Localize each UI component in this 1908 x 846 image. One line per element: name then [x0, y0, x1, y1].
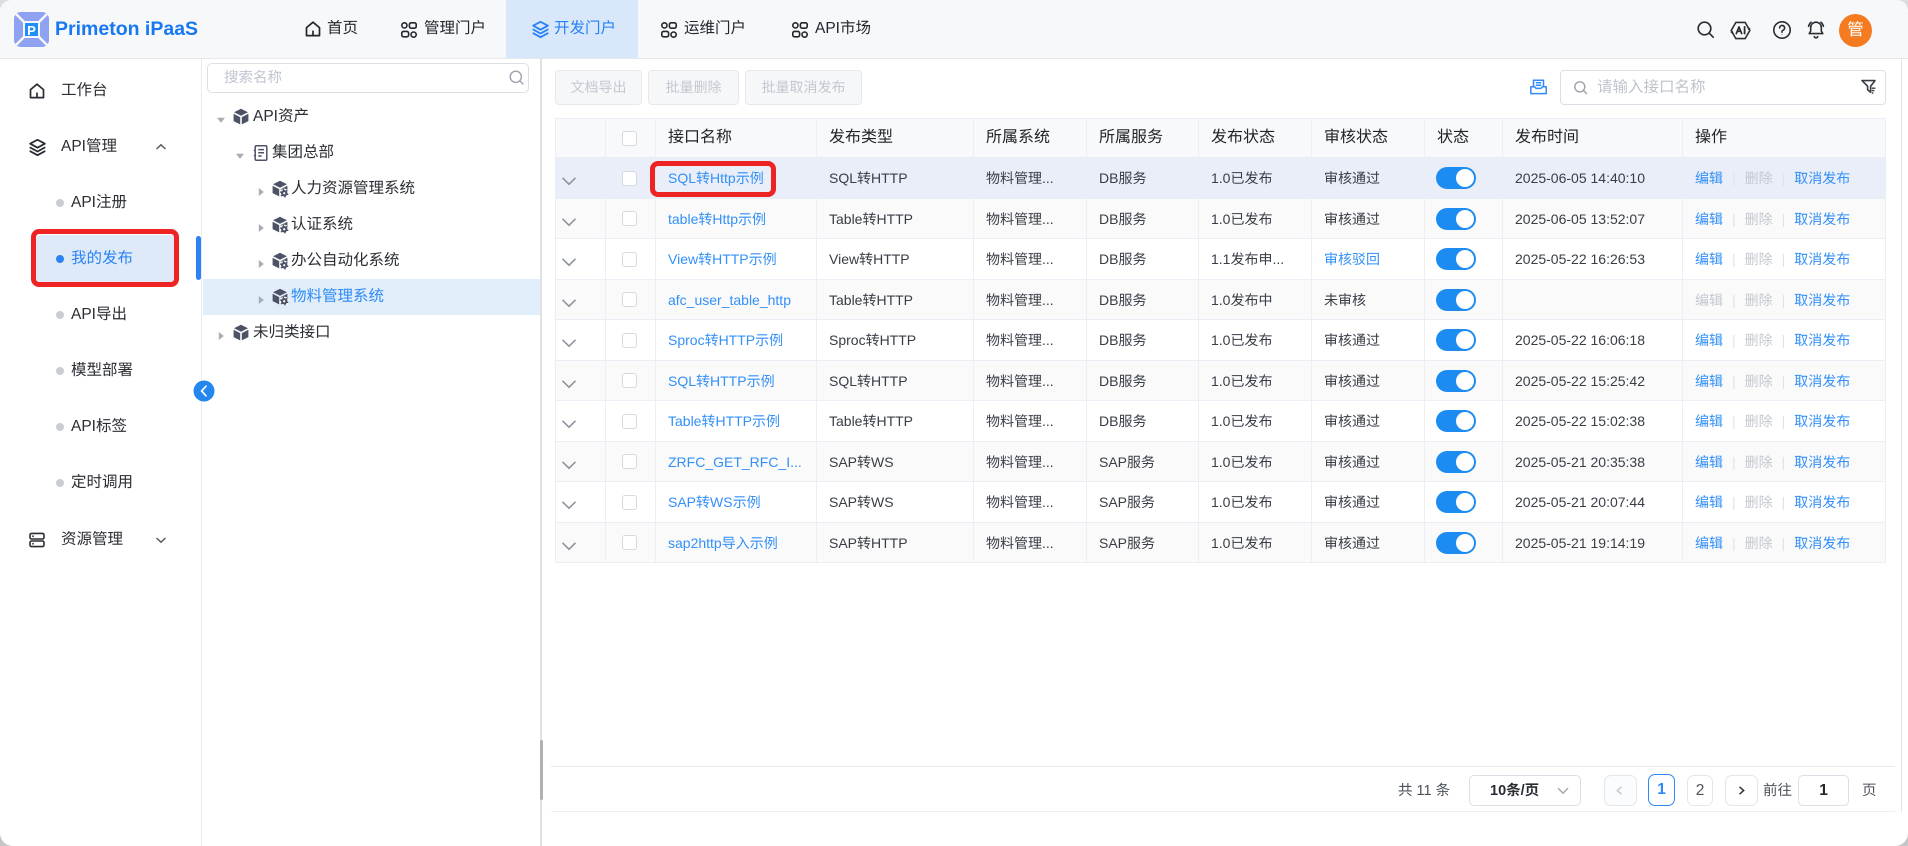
svg-text:P: P — [27, 23, 36, 38]
